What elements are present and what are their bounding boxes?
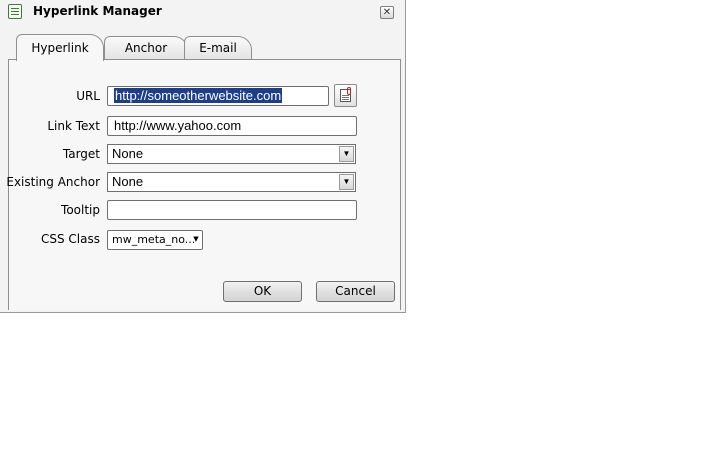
ok-button[interactable]: OK	[223, 281, 302, 302]
chevron-down-icon[interactable]: ▼	[339, 174, 354, 190]
link-text-input[interactable]: http://www.yahoo.com	[107, 116, 357, 136]
title-bar[interactable]: Hyperlink Manager ✕	[0, 0, 406, 24]
target-value: None	[112, 146, 144, 161]
target-select[interactable]: None ▼	[107, 144, 356, 164]
tooltip-label: Tooltip	[61, 203, 100, 217]
link-text-label: Link Text	[47, 119, 100, 133]
browse-link-button[interactable]	[334, 84, 357, 107]
tab-hyperlink[interactable]: Hyperlink	[16, 34, 104, 61]
existing-anchor-select[interactable]: None ▼	[107, 172, 356, 192]
cancel-button[interactable]: Cancel	[316, 281, 395, 302]
tab-email[interactable]: E-mail	[184, 36, 252, 60]
close-button[interactable]: ✕	[380, 6, 394, 19]
tab-anchor[interactable]: Anchor	[104, 36, 188, 60]
existing-anchor-label: Existing Anchor	[6, 175, 100, 189]
paperclip-icon	[347, 87, 351, 95]
url-label: URL	[76, 89, 100, 103]
dialog-title: Hyperlink Manager	[33, 4, 162, 18]
tooltip-input[interactable]	[107, 200, 357, 220]
css-class-select[interactable]: mw_meta_no... ▼	[107, 230, 203, 250]
existing-anchor-value: None	[112, 174, 144, 189]
css-class-label: CSS Class	[41, 232, 100, 246]
css-class-value: mw_meta_no...	[112, 233, 196, 246]
document-icon	[8, 4, 22, 19]
target-label: Target	[62, 147, 100, 161]
url-input[interactable]: http://someotherwebsite.com	[107, 86, 329, 106]
chevron-down-icon[interactable]: ▼	[191, 232, 201, 248]
url-value: http://someotherwebsite.com	[114, 88, 283, 103]
chevron-down-icon[interactable]: ▼	[339, 146, 354, 162]
hyperlink-manager-dialog: Hyperlink Manager ✕ Hyperlink Anchor E-m…	[0, 0, 406, 313]
